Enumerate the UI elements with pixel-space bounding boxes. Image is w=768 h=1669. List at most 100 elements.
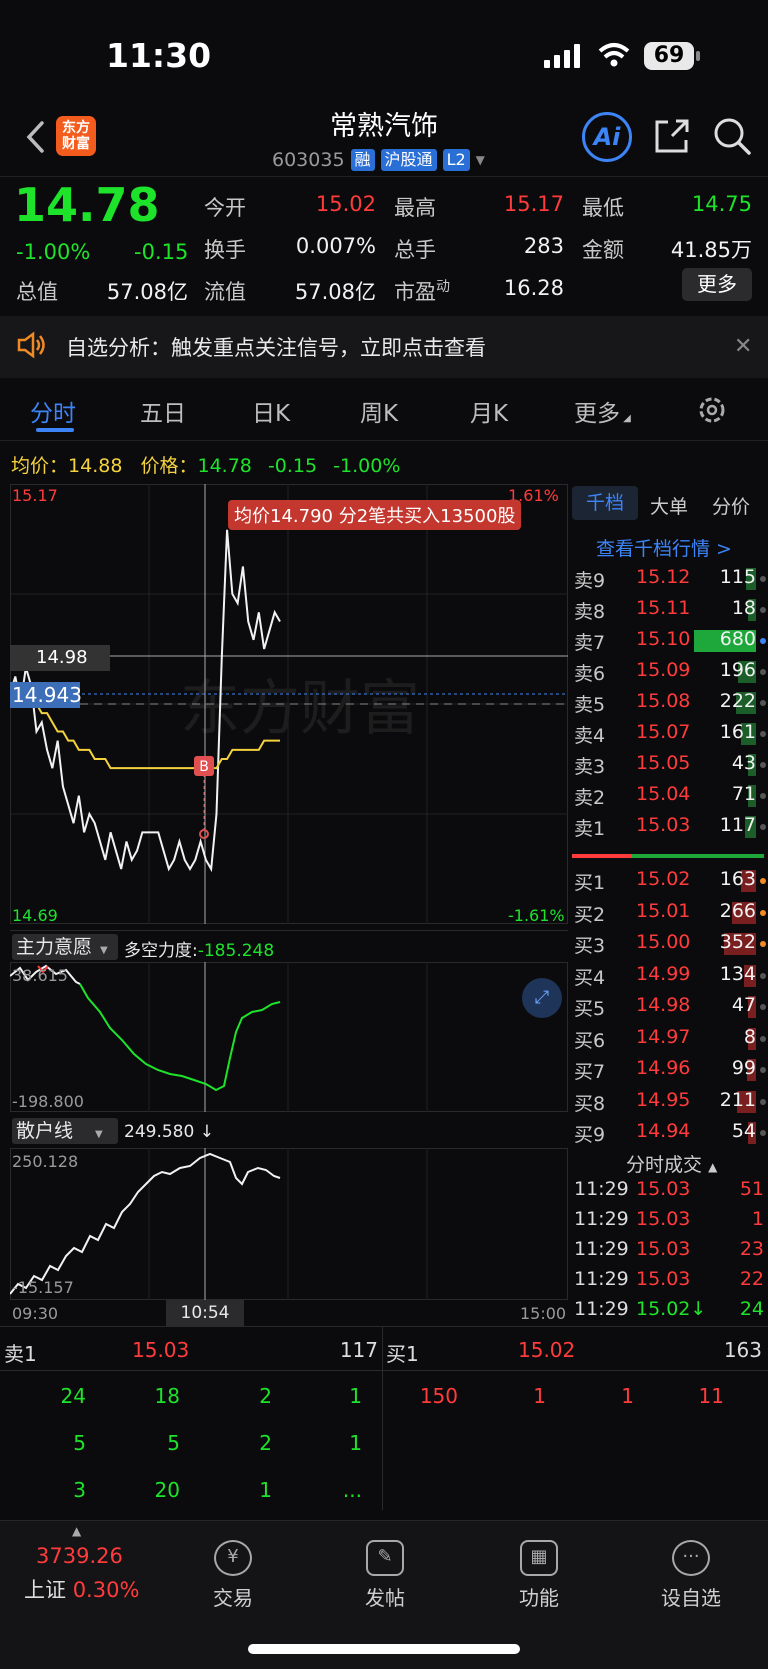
bid-row[interactable]: 买4 14.99 134 — [574, 963, 766, 991]
bid-row[interactable]: 买8 14.95 211 — [574, 1089, 766, 1117]
indicator2-chart[interactable] — [10, 1148, 568, 1300]
bid-price: 15.00 — [636, 931, 691, 953]
nav-add-watchlist[interactable]: ··· 设自选 — [646, 1540, 736, 1611]
stock-code: 603035 — [272, 149, 345, 171]
bid-volume: 352 — [719, 931, 756, 953]
ask-dot — [760, 731, 766, 737]
ask-row[interactable]: 卖4 15.07 161 — [574, 721, 766, 749]
ask-level: 卖4 — [574, 725, 606, 747]
tab-daily-k[interactable]: 日K — [252, 394, 290, 428]
nav-functions[interactable]: ▦ 功能 — [494, 1540, 584, 1611]
trade-time: 11:29 — [574, 1238, 629, 1260]
bid-row[interactable]: 买6 14.97 8 — [574, 1026, 766, 1054]
buy-marker-label: B — [199, 759, 209, 775]
bid-volume: 134 — [719, 962, 756, 985]
bid-level: 买2 — [574, 903, 606, 926]
nav-post[interactable]: ✎ 发帖 — [340, 1540, 430, 1611]
bid-price: 14.97 — [636, 1025, 691, 1048]
bid-row[interactable]: 买5 14.98 47 — [574, 994, 766, 1022]
queue-buy-cell: 1 — [621, 1384, 634, 1408]
bid-level: 买9 — [574, 1124, 606, 1146]
tab-five-day[interactable]: 五日 — [140, 394, 186, 428]
indicator2-selector[interactable]: 散户线 ▼ — [12, 1118, 118, 1144]
queue-sell-total: 117 — [339, 1338, 378, 1362]
bid-level: 买7 — [574, 1061, 606, 1083]
bid-volume: 99 — [731, 1057, 756, 1079]
ask-row[interactable]: 卖8 15.11 18 — [574, 597, 766, 625]
tag-connect: 沪股通 — [380, 149, 437, 171]
stock-code-row[interactable]: 603035 融 沪股通 L2 ▼ — [272, 148, 485, 172]
nav-trade[interactable]: ¥ 交易 — [188, 1540, 278, 1611]
bid-row[interactable]: 买9 14.94 54 — [574, 1120, 766, 1148]
indicator1-chart[interactable] — [10, 962, 568, 1112]
tab-intraday[interactable]: 分时 — [30, 394, 76, 428]
y-top-label: 15.17 — [12, 486, 58, 505]
close-icon[interactable]: ✕ — [734, 334, 752, 359]
battery-tip — [696, 51, 700, 61]
index-value[interactable]: 3739.26 — [36, 1544, 123, 1568]
tab-monthly-k[interactable]: 月K — [470, 394, 508, 428]
bid-volume: 266 — [719, 899, 756, 922]
bid-volume: 8 — [743, 1025, 756, 1048]
queue-buy-price: 15.02 — [518, 1338, 576, 1362]
bid-level: 买3 — [574, 935, 606, 957]
ask-level: 卖9 — [574, 570, 606, 592]
bid-row[interactable]: 买3 15.00 352 — [574, 931, 766, 959]
trades-title[interactable]: 分时成交 ▲ — [626, 1150, 717, 1177]
ask-row[interactable]: 卖1 15.03 117 — [574, 814, 766, 842]
settings-icon[interactable] — [696, 394, 728, 426]
intraday-chart[interactable]: 东方财富 B — [10, 484, 568, 924]
ask-row[interactable]: 卖5 15.08 222 — [574, 690, 766, 718]
tab-weekly-k[interactable]: 周K — [360, 394, 398, 428]
ask-row[interactable]: 卖7 15.10 680 — [574, 628, 766, 656]
ask-row[interactable]: 卖2 15.04 71 — [574, 783, 766, 811]
ask-row[interactable]: 卖6 15.09 196 — [574, 659, 766, 687]
more-button[interactable]: 更多 — [682, 268, 752, 301]
trade-price: 15.02↓ — [636, 1298, 707, 1320]
trade-price: 15.03 — [636, 1238, 691, 1260]
tab-depth[interactable]: 千档 — [572, 486, 638, 520]
expand-icon[interactable]: ⤢ — [522, 978, 562, 1018]
ind2-bottom-label: -15.157 — [12, 1278, 74, 1297]
trade-price: 15.03 — [636, 1268, 691, 1290]
bid-row[interactable]: 买1 15.02 163 — [574, 868, 766, 896]
ask-dot — [760, 824, 766, 830]
bid-dot — [760, 1035, 766, 1042]
trade-time: 11:29 — [574, 1208, 629, 1230]
trade-volume: 51 — [739, 1178, 764, 1200]
bid-level: 买8 — [574, 1092, 606, 1115]
bid-price: 15.02 — [636, 868, 691, 890]
index-ticker[interactable]: 上证 0.30% — [24, 1574, 139, 1604]
tab-price-volume[interactable]: 分价 — [712, 492, 750, 519]
volume-value: 283 — [523, 234, 564, 258]
change-pct: -1.00% — [16, 240, 91, 264]
ask-dot — [760, 607, 766, 613]
tag-margin: 融 — [350, 149, 375, 171]
ask-row[interactable]: 卖9 15.12 115 — [574, 566, 766, 594]
float-value: 57.08亿 — [294, 280, 376, 304]
chart-tooltip: 均价14.790 分2笔共买入13500股 — [228, 500, 522, 530]
queue-sell-cell: 1 — [259, 1478, 272, 1502]
trade-volume: 24 — [739, 1298, 764, 1320]
ask-price: 15.12 — [636, 566, 691, 588]
share-icon[interactable] — [652, 116, 692, 156]
low-label: 最低 — [582, 196, 624, 220]
tab-more[interactable]: 更多 ◢ — [574, 394, 631, 428]
tab-large-orders[interactable]: 大单 — [650, 492, 688, 519]
bid-volume: 211 — [719, 1088, 756, 1111]
ask-level: 卖8 — [574, 601, 606, 623]
chevron-up-icon[interactable]: ▲ — [72, 1524, 81, 1538]
bid-row[interactable]: 买7 14.96 99 — [574, 1057, 766, 1085]
trade-price: 15.03 — [636, 1178, 691, 1200]
queue-sell-cell: 1 — [349, 1384, 362, 1408]
queue-buy-cell: 1 — [533, 1384, 546, 1408]
indicator1-selector[interactable]: 主力意愿 ▼ — [12, 934, 118, 960]
ai-button[interactable]: Ai — [582, 112, 632, 162]
trade-time: 11:29 — [574, 1298, 629, 1320]
search-icon[interactable] — [712, 116, 752, 156]
ask-row[interactable]: 卖3 15.05 43 — [574, 752, 766, 780]
bid-row[interactable]: 买2 15.01 266 — [574, 900, 766, 928]
low-value: 14.75 — [691, 192, 752, 216]
ask-volume: 18 — [731, 597, 756, 619]
depth-link[interactable]: 查看千档行情 > — [596, 534, 732, 561]
